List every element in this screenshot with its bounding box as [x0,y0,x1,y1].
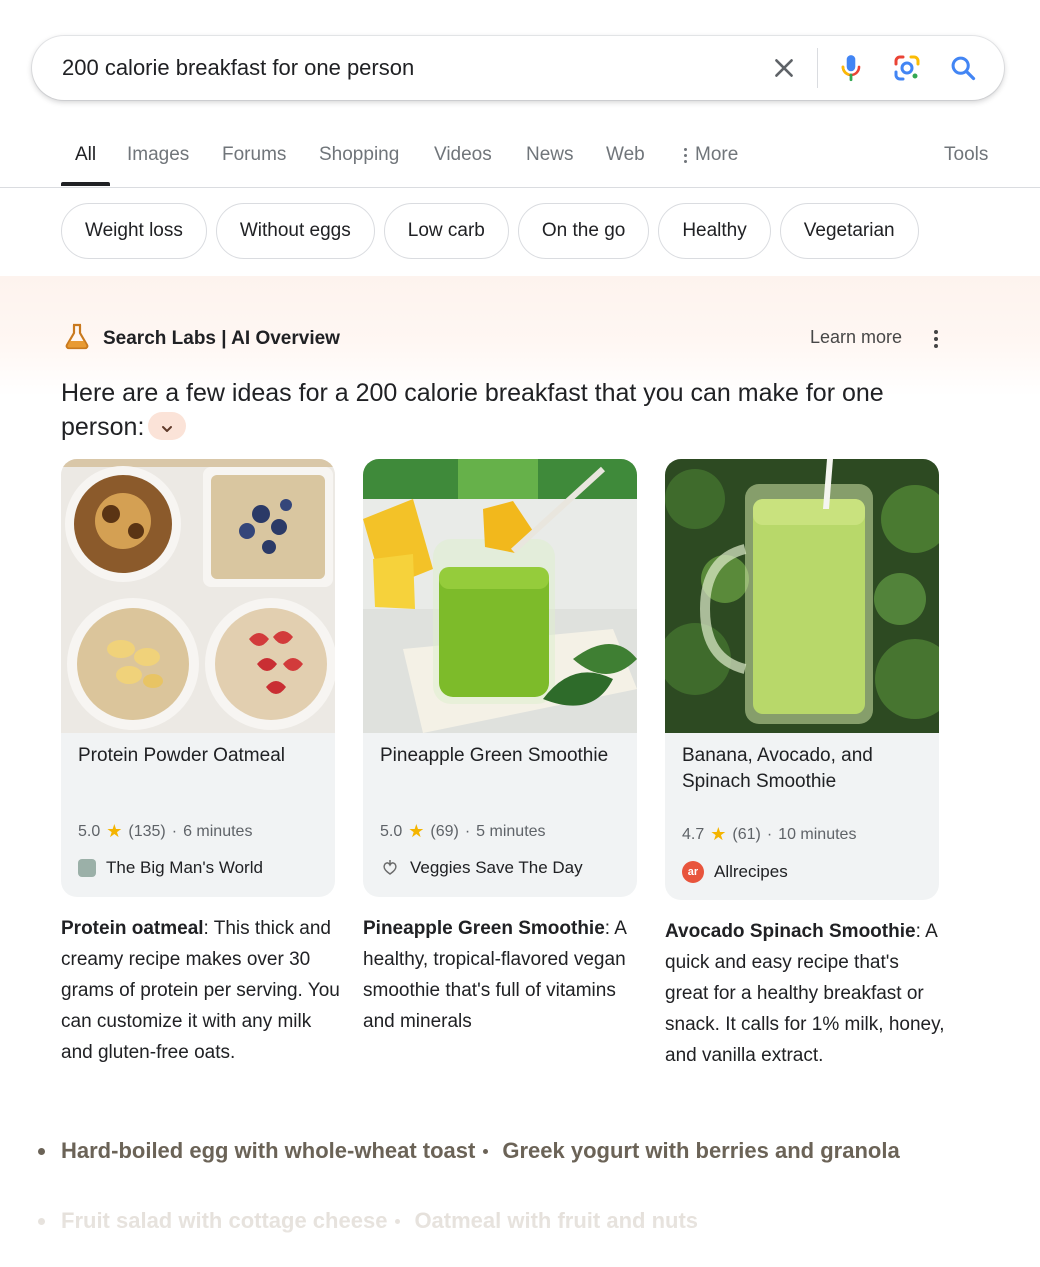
list-item: Oatmeal with fruit and nuts [414,1208,699,1233]
recipe-title: Banana, Avocado, and Spinach Smoothie [682,745,873,792]
search-input[interactable] [62,55,742,81]
tab-web[interactable]: Web [606,144,645,166]
source-name: The Big Man's World [106,858,263,877]
bullet-dot [483,1148,489,1154]
fade-overlay [0,1095,1040,1267]
description-text: : This thick and creamy recipe makes ove… [61,918,340,1063]
recipe-source[interactable]: ar Allrecipes [682,861,788,883]
bullet-dot [38,1217,45,1225]
allrecipes-logo-icon: ar [682,861,704,883]
veggies-save-the-day-logo-icon [380,858,400,878]
recipe-meta: 5.0 ★ (69) · 5 minutes [380,821,546,842]
tab-videos[interactable]: Videos [434,144,492,166]
recipe-description-avocado: Avocado Spinach Smoothie: A quick and ea… [665,916,945,1071]
cook-time: 5 minutes [476,822,546,840]
refinement-chips: Weight loss Without eggs Low carb On the… [61,203,919,259]
search-bar [32,36,1004,100]
rating-value: 5.0 [380,822,403,840]
star-icon: ★ [106,821,123,841]
recipe-card-avocado-smoothie[interactable]: Banana, Avocado, and Spinach Smoothie 4.… [665,459,939,900]
chip-healthy[interactable]: Healthy [658,203,771,259]
tab-more-label: More [695,144,739,165]
recipe-card-oatmeal[interactable]: Protein Powder Oatmeal 5.0 ★ (135) · 6 m… [61,459,335,897]
rating-value: 5.0 [78,822,101,840]
tab-more[interactable]: More [684,144,738,166]
meta-separator: · [464,822,471,840]
learn-more-link[interactable]: Learn more [810,327,902,348]
review-count: (61) [732,825,761,843]
flask-icon [63,322,91,355]
microphone-icon[interactable] [833,50,869,86]
pineapple-smoothie-image [363,459,637,733]
bullet-dot [395,1218,401,1224]
review-count: (135) [128,822,166,840]
tab-shopping[interactable]: Shopping [319,144,399,166]
source-name: Veggies Save The Day [410,858,583,877]
expand-button[interactable] [148,409,187,443]
chip-weight-loss[interactable]: Weight loss [61,203,207,259]
recipe-title: Pineapple Green Smoothie [380,745,609,766]
tab-images[interactable]: Images [127,144,189,166]
tab-news[interactable]: News [526,144,574,166]
close-icon[interactable] [766,50,802,86]
recipe-description-pineapple: Pineapple Green Smoothie: A healthy, tro… [363,913,643,1037]
chip-low-carb[interactable]: Low carb [383,203,509,259]
bullet-dot [38,1147,45,1155]
recipe-card-pineapple-smoothie[interactable]: Pineapple Green Smoothie 5.0 ★ (69) · 5 … [363,459,637,897]
description-heading: Protein oatmeal [61,918,204,939]
meta-separator: · [766,825,773,843]
cook-time: 6 minutes [183,822,253,840]
chip-without-eggs[interactable]: Without eggs [215,203,375,259]
recipe-title: Protein Powder Oatmeal [78,745,285,766]
bullet-list-row-faded: Fruit salad with cottage cheese Oatmeal … [38,1208,698,1234]
review-count: (69) [430,822,459,840]
tab-all[interactable]: All [75,144,96,166]
ai-overview-title: Search Labs | AI Overview [103,327,340,349]
cook-time: 10 minutes [778,825,857,843]
list-item: Greek yogurt with berries and granola [502,1138,900,1163]
more-options-icon[interactable] [926,327,946,351]
meta-separator: · [171,822,178,840]
more-vert-icon [684,147,687,163]
ai-overview-intro: Here are a few ideas for a 200 calorie b… [61,376,961,444]
recipe-meta: 4.7 ★ (61) · 10 minutes [682,824,856,845]
active-tab-indicator [61,182,110,186]
list-item: Hard-boiled egg with whole-wheat toast [61,1138,476,1163]
ai-overview-header: Search Labs | AI Overview [63,322,340,355]
description-text: : A quick and easy recipe that's great f… [665,921,945,1066]
avocado-spinach-smoothie-image [665,459,939,733]
list-item: Fruit salad with cottage cheese [61,1208,388,1233]
search-divider [817,48,818,88]
search-icon[interactable] [945,50,981,86]
chip-on-the-go[interactable]: On the go [517,203,650,259]
tab-forums[interactable]: Forums [222,144,286,166]
bullet-list-row: Hard-boiled egg with whole-wheat toast G… [38,1138,900,1164]
description-heading: Avocado Spinach Smoothie [665,921,916,942]
star-icon: ★ [710,824,727,844]
star-icon: ★ [408,821,425,841]
recipe-source[interactable]: The Big Man's World [78,858,263,878]
source-name: Allrecipes [714,862,788,881]
tools-button[interactable]: Tools [944,144,988,166]
description-heading: Pineapple Green Smoothie [363,918,605,939]
oatmeal-bowls-image [61,459,335,733]
rating-value: 4.7 [682,825,705,843]
recipe-source[interactable]: Veggies Save The Day [380,858,583,878]
big-mans-world-logo-icon [78,859,96,877]
chip-vegetarian[interactable]: Vegetarian [779,203,919,259]
google-lens-icon[interactable] [889,50,925,86]
search-tabs: All Images Forums Shopping Videos News W… [0,120,1040,188]
chevron-down-icon [160,409,174,443]
recipe-meta: 5.0 ★ (135) · 6 minutes [78,821,252,842]
recipe-description-oatmeal: Protein oatmeal: This thick and creamy r… [61,913,341,1068]
